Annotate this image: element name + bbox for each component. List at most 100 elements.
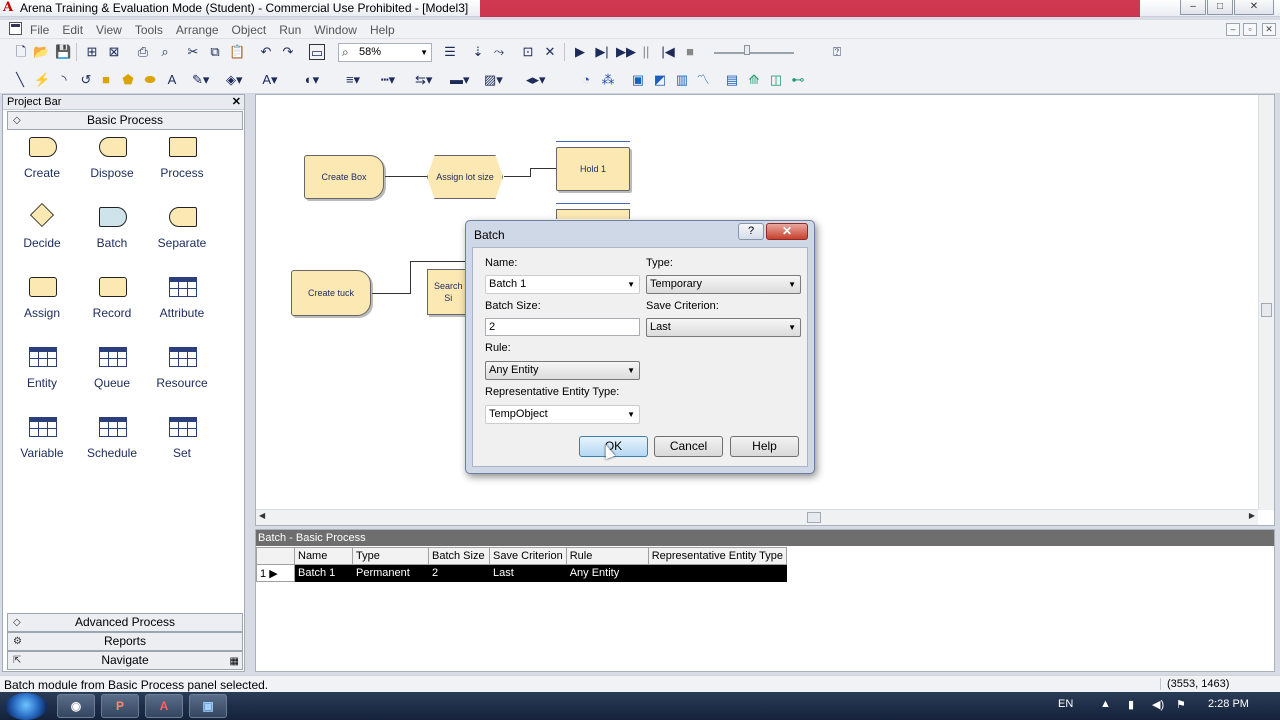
rule-select[interactable]: Any Entity ▼ [485,361,640,380]
end-icon[interactable]: ■ [682,44,698,60]
arc-icon[interactable]: ◝ [56,72,72,88]
menu-arrange[interactable]: Arrange [176,23,219,37]
cut-icon[interactable]: ✂ [185,44,201,60]
print-preview-icon[interactable]: ⌕ [157,44,173,60]
line-pattern-icon[interactable]: ▬▾ [450,72,470,88]
scroll-thumb[interactable] [807,512,821,523]
column-header[interactable]: Batch Size [428,547,490,565]
connector-line[interactable] [504,176,530,177]
new-file-icon[interactable]: 🗋 [13,44,29,60]
module-record[interactable]: Record [77,271,147,331]
scroll-right-icon[interactable]: ▶ [1249,511,1255,520]
level-icon[interactable]: ◩ [652,72,668,88]
clock-icon[interactable]: ◔ [578,72,594,88]
fill-pattern-icon[interactable]: ▨▾ [484,72,503,88]
undo-icon[interactable]: ↶ [258,44,274,60]
queue-animate-icon[interactable]: ▤ [724,72,740,88]
mdi-minimize-button[interactable]: – [1226,23,1240,36]
station-icon[interactable]: ⊡ [520,44,536,60]
column-header[interactable]: Name [294,547,353,565]
menu-object[interactable]: Object [232,23,267,37]
document-icon[interactable] [9,22,22,35]
module-process[interactable]: Process [147,131,217,191]
close-icon[interactable]: ✕ [766,223,808,240]
redo-icon[interactable]: ↷ [280,44,296,60]
column-header[interactable]: Representative Entity Type [647,547,787,565]
navigate-panel-header[interactable]: ⇱ Navigate ▦ [7,651,243,670]
name-combo[interactable]: Batch 1 ▼ [485,275,640,294]
tray-arrow-icon[interactable]: ▲ [1100,698,1111,710]
search-module[interactable]: Search Si [427,269,467,315]
chrome-task-icon[interactable]: ◉ [57,694,95,718]
window-task-icon[interactable]: ▣ [189,694,227,718]
line-color-icon[interactable]: ✎▾ [192,72,209,88]
text-color-icon[interactable]: A▾ [262,72,278,88]
table-cell[interactable]: Batch 1 [294,564,353,582]
help-button[interactable]: Help [730,436,799,457]
advanced-process-panel-header[interactable]: ◇ Advanced Process [7,613,243,632]
polygon-icon[interactable]: ⬟ [120,72,136,88]
line-width-icon[interactable]: ≡▾ [345,72,361,88]
clock[interactable]: 2:28 PM [1208,698,1249,710]
vertical-scrollbar[interactable] [1258,95,1274,510]
table-cell[interactable]: 2 [428,564,490,582]
text-icon[interactable]: A [164,72,180,88]
module-resource[interactable]: Resource [147,341,217,401]
powerpoint-task-icon[interactable]: P [101,694,139,718]
arrow-style-icon[interactable]: ⇆▾ [415,72,432,88]
mdi-restore-button[interactable]: ▫ [1243,23,1257,36]
menu-tools[interactable]: Tools [135,23,163,37]
layers-icon[interactable]: ☰ [442,44,458,60]
close-icon[interactable]: ✕ [232,95,241,109]
menu-window[interactable]: Window [314,23,357,37]
queue-line[interactable] [556,141,630,142]
connect-icon[interactable]: ⇣ [470,44,486,60]
start-over-icon[interactable]: |◀ [660,44,676,60]
menu-view[interactable]: View [96,23,122,37]
global-icon[interactable]: ◫ [768,72,784,88]
module-queue[interactable]: Queue [77,341,147,401]
plot-icon[interactable]: 〽 [695,72,711,88]
animation-speed-slider[interactable] [708,43,800,61]
save-criterion-select[interactable]: Last ▼ [646,318,801,337]
connector-line[interactable] [530,168,531,177]
variable-icon[interactable]: ▣ [630,72,646,88]
column-header[interactable]: Type [352,547,429,565]
run-icon[interactable]: ▶ [572,44,588,60]
assign-lot-size-module[interactable]: Assign lot size [427,155,503,199]
create-tuck-module[interactable]: Create tuck [291,270,371,316]
module-entity[interactable]: Entity [7,341,77,401]
fast-forward-icon[interactable]: ▶▶ [616,44,636,60]
date-icon[interactable]: ⁂ [600,72,616,88]
language-indicator[interactable]: EN [1058,698,1073,710]
route-icon[interactable]: ✕ [542,44,558,60]
module-dispose[interactable]: Dispose [77,131,147,191]
basic-process-panel-header[interactable]: ◇ Basic Process [7,111,243,130]
menu-edit[interactable]: Edit [62,23,83,37]
table-cell[interactable]: Any Entity [565,564,649,582]
row-number-cell[interactable]: 1 ▶ [256,564,295,582]
module-variable[interactable]: Variable [7,411,77,471]
hidden-module[interactable] [556,209,630,219]
ellipse-icon[interactable]: ⬬ [142,72,158,88]
polyline-icon[interactable]: ⚡ [34,72,50,88]
connector-line[interactable] [530,168,556,169]
cancel-button[interactable]: Cancel [654,436,723,457]
save-icon[interactable]: 💾 [55,44,71,60]
maximize-button[interactable]: □ [1207,0,1233,15]
thumbnail-icon[interactable]: ▦ [230,653,239,670]
module-assign[interactable]: Assign [7,271,77,331]
bezier-icon[interactable]: ↺ [78,72,94,88]
table-cell[interactable]: Permanent [352,564,429,582]
connector-icon[interactable]: ⤳ [491,44,507,60]
copy-icon[interactable]: ⧉ [207,44,223,60]
mdi-close-button[interactable]: ✕ [1262,23,1276,36]
fill-color-icon[interactable]: ◈▾ [226,72,243,88]
module-attribute[interactable]: Attribute [147,271,217,331]
template-attach-icon[interactable]: ⊞ [84,44,100,60]
start-button[interactable] [5,693,47,720]
module-separate[interactable]: Separate [147,201,217,261]
zoom-combo[interactable]: ⌕ 58% ▼ [338,43,432,62]
connector-line[interactable] [385,176,427,177]
box-icon[interactable]: ■ [98,72,114,88]
